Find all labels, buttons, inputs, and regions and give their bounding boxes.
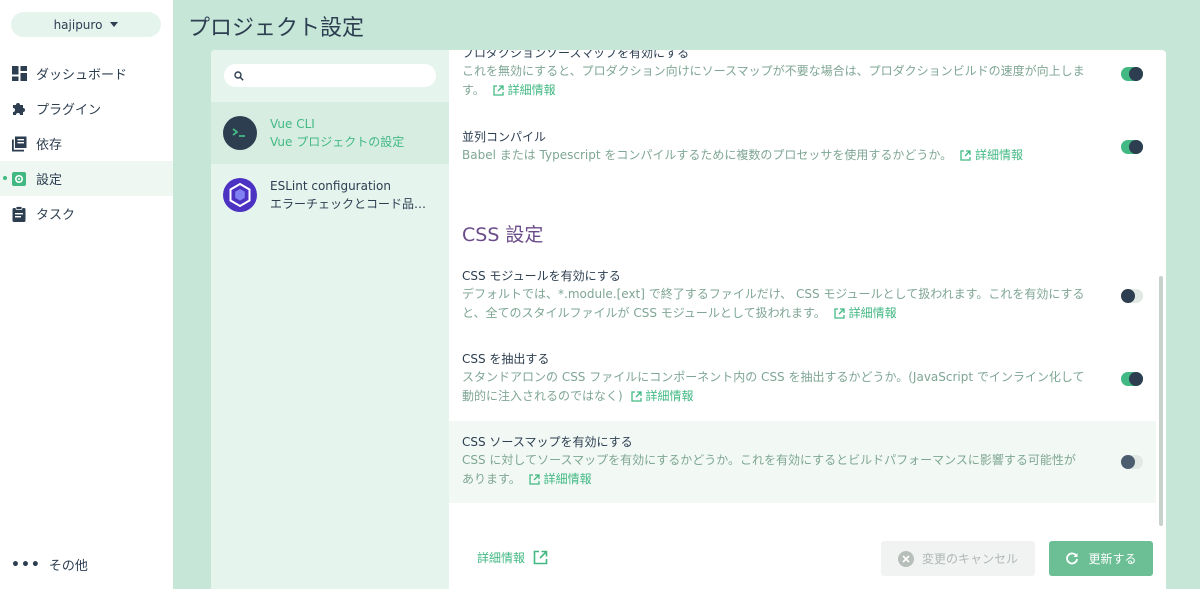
sidebar-item-label: ダッシュボード xyxy=(36,68,128,83)
more-info-link[interactable]: 詳細情報 xyxy=(492,83,556,97)
sidebar-nav: ダッシュボード プラグイン 依存 設定 タスク xyxy=(0,56,173,231)
more-info-label: 詳細情報 xyxy=(974,148,1023,162)
option-css-extract: CSS を抽出する スタンドアロンの CSS ファイルにコンポーネント内の CS… xyxy=(449,350,1156,406)
sidebar-item-label: 依存 xyxy=(36,138,63,153)
dashboard-icon xyxy=(11,66,27,82)
page-title: プロジェクト設定 xyxy=(188,16,365,41)
config-pane: プロダクションソースマップを有効にする これを無効にすると、プロダクション向けに… xyxy=(449,50,1166,589)
toggle-knob xyxy=(1121,455,1135,469)
project-selector[interactable]: hajipuro xyxy=(11,12,161,37)
more-info-link[interactable]: 詳細情報 xyxy=(960,148,1023,162)
plugin-item-eslint[interactable]: ESLint configuration エラーチェックとコード品… xyxy=(211,164,449,226)
option-description: デフォルトでは、*.module.[ext] で終了するファイルだけ、 CSS … xyxy=(462,285,1087,323)
sidebar-more[interactable]: ••• その他 xyxy=(11,555,88,575)
external-link-icon xyxy=(833,308,845,319)
settings-panel: Vue CLI Vue プロジェクトの設定 ESLint configurati… xyxy=(211,50,1166,589)
clipboard-icon xyxy=(11,205,27,222)
settings-icon xyxy=(11,171,27,187)
sidebar-item-settings[interactable]: 設定 xyxy=(0,161,173,196)
parallel-toggle[interactable] xyxy=(1121,140,1143,154)
cancel-label: 変更のキャンセル xyxy=(921,552,1018,566)
footer-more-info-link[interactable]: 詳細情報 xyxy=(477,549,548,566)
more-info-label: 詳細情報 xyxy=(543,472,592,486)
toggle-knob xyxy=(1129,140,1143,154)
sidebar-item-plugins[interactable]: プラグイン xyxy=(0,91,173,126)
more-info-link[interactable]: 詳細情報 xyxy=(630,389,694,403)
option-description: これを無効にすると、プロダクション向けにソースマップが不要な場合は、プロダクショ… xyxy=(462,62,1087,100)
refresh-label: 更新する xyxy=(1088,552,1137,566)
plugin-item-vue-cli[interactable]: Vue CLI Vue プロジェクトの設定 xyxy=(211,102,449,164)
sidebar-more-label: その他 xyxy=(48,559,88,574)
external-link-icon xyxy=(492,85,504,96)
option-title: CSS を抽出する xyxy=(462,352,550,366)
cancel-changes-button[interactable]: 変更のキャンセル xyxy=(881,541,1035,576)
external-link-icon xyxy=(960,150,971,161)
more-info-label: 詳細情報 xyxy=(507,83,556,97)
more-info-link[interactable]: 詳細情報 xyxy=(833,306,897,320)
plugin-description: Vue プロジェクトの設定 xyxy=(270,135,405,149)
sidebar-item-tasks[interactable]: タスク xyxy=(0,196,173,231)
sidebar-item-label: 設定 xyxy=(36,173,63,188)
sidebar-item-label: タスク xyxy=(36,208,76,223)
option-description-text: スタンドアロンの CSS ファイルにコンポーネント内の CSS を抽出するかどう… xyxy=(462,370,1085,403)
project-name: hajipuro xyxy=(53,17,103,32)
plugin-name: ESLint configuration xyxy=(270,179,391,193)
caret-down-icon xyxy=(110,22,119,27)
css-modules-toggle[interactable] xyxy=(1121,289,1143,303)
more-info-label: 詳細情報 xyxy=(645,389,694,403)
sidebar-item-dashboard[interactable]: ダッシュボード xyxy=(0,56,173,91)
option-description: スタンドアロンの CSS ファイルにコンポーネント内の CSS を抽出するかどう… xyxy=(462,368,1087,406)
search-icon xyxy=(234,66,244,85)
css-extract-toggle[interactable] xyxy=(1121,372,1143,386)
more-info-label: 詳細情報 xyxy=(848,306,897,320)
option-description: CSS に対してソースマップを有効にするかどうか。これを有効にするとビルドパフォ… xyxy=(462,451,1087,489)
sidebar-item-label: プラグイン xyxy=(36,103,102,118)
option-css-sourcemap: CSS ソースマップを有効にする CSS に対してソースマップを有効にするかどう… xyxy=(449,421,1156,503)
plugin-name: Vue CLI xyxy=(270,117,315,131)
more-info-link[interactable]: 詳細情報 xyxy=(528,472,592,486)
more-dots-icon: ••• xyxy=(11,556,41,573)
option-title: プロダクションソースマップを有効にする xyxy=(462,50,690,60)
search-input[interactable] xyxy=(250,69,430,82)
scrollbar[interactable] xyxy=(1159,276,1163,526)
close-circle-icon xyxy=(897,550,914,567)
option-description: Babel または Typescript をコンパイルするために複数のプロセッサ… xyxy=(462,146,1087,165)
external-link-icon xyxy=(630,391,642,402)
footer-more-info-label: 詳細情報 xyxy=(477,551,526,565)
option-prod-sourcemap: プロダクションソースマップを有効にする これを無効にすると、プロダクション向けに… xyxy=(449,50,1156,100)
css-sourcemap-toggle[interactable] xyxy=(1121,455,1143,469)
sidebar-item-dependencies[interactable]: 依存 xyxy=(0,126,173,161)
css-section-title: CSS 設定 xyxy=(462,224,544,246)
terminal-icon xyxy=(223,116,257,150)
option-description-text: デフォルトでは、*.module.[ext] で終了するファイルだけ、 CSS … xyxy=(462,287,1085,320)
toggle-knob xyxy=(1129,67,1143,81)
option-description-text: Babel または Typescript をコンパイルするために複数のプロセッサ… xyxy=(462,148,953,162)
option-parallel: 並列コンパイル Babel または Typescript をコンパイルするために… xyxy=(449,128,1156,165)
toggle-knob xyxy=(1129,372,1143,386)
prod-sourcemap-toggle[interactable] xyxy=(1121,67,1143,81)
option-title: CSS モジュールを有効にする xyxy=(462,269,621,283)
puzzle-icon xyxy=(11,101,27,117)
option-css-modules: CSS モジュールを有効にする デフォルトでは、*.module.[ext] で… xyxy=(449,267,1156,323)
option-title: 並列コンパイル xyxy=(462,130,547,144)
search-box[interactable] xyxy=(224,64,436,87)
sidebar: hajipuro ダッシュボード プラグイン 依存 設定 タスク ••• その他 xyxy=(0,0,173,589)
toggle-knob xyxy=(1121,289,1135,303)
plugin-description: エラーチェックとコード品… xyxy=(270,197,427,211)
plugin-list-pane: Vue CLI Vue プロジェクトの設定 ESLint configurati… xyxy=(211,50,449,589)
external-link-icon xyxy=(533,550,548,565)
eslint-logo-icon xyxy=(223,178,257,212)
refresh-icon xyxy=(1066,552,1079,564)
external-link-icon xyxy=(528,474,540,485)
refresh-button[interactable]: 更新する xyxy=(1049,541,1153,576)
option-title: CSS ソースマップを有効にする xyxy=(462,435,633,449)
library-icon xyxy=(11,136,27,152)
